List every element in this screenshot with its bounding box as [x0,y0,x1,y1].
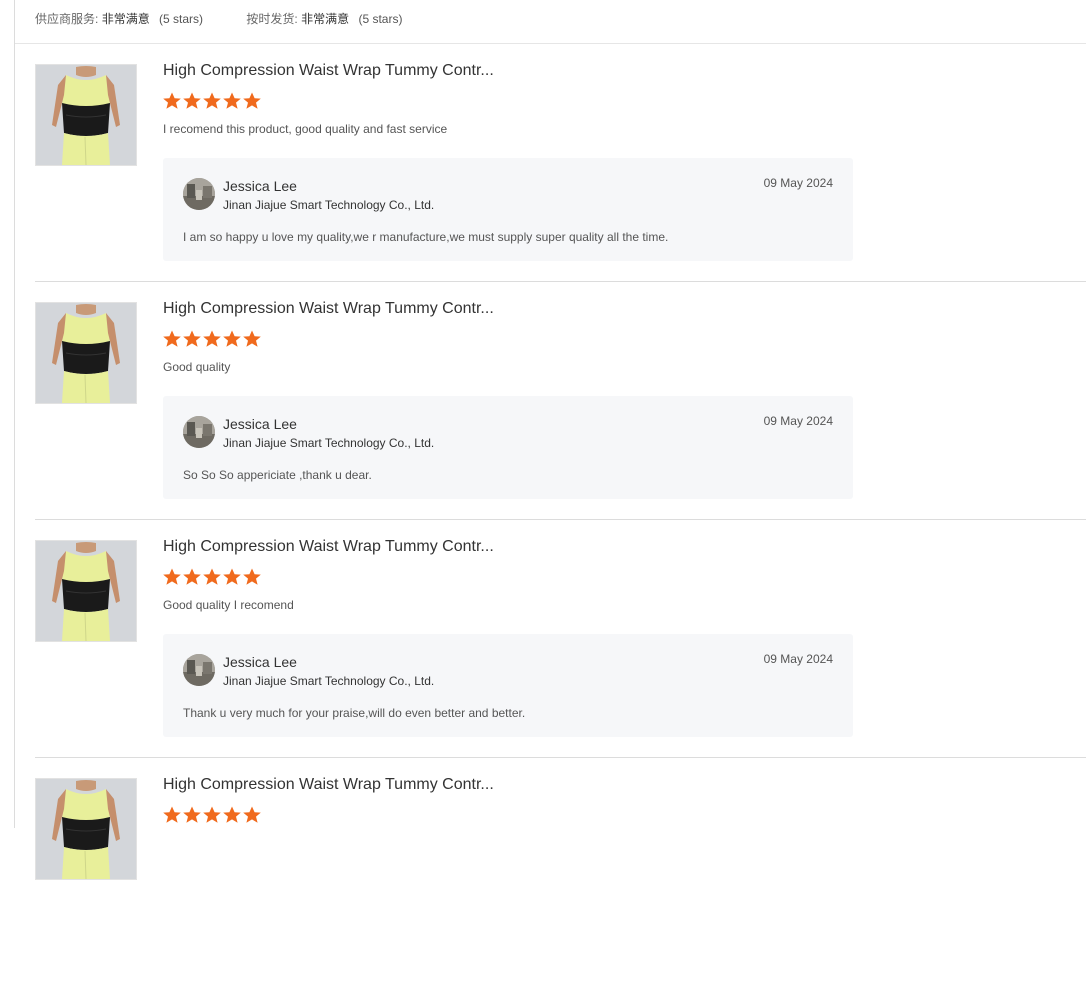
reply-date: 09 May 2024 [763,176,833,190]
on-time-stars: (5 stars) [358,12,403,26]
rating-summary: 供应商服务: 非常满意 (5 stars) 按时发货: 非常满意 (5 star… [35,10,402,27]
reply-date: 09 May 2024 [763,652,833,666]
star-icon [162,805,182,825]
reply-text: I am so happy u love my quality,we r man… [183,230,669,244]
seller-company: Jinan Jiajue Smart Technology Co., Ltd. [223,674,435,688]
star-icon [182,567,202,587]
star-icon [202,329,222,349]
on-time-label: 按时发货: [246,12,298,26]
product-thumbnail[interactable] [35,302,137,404]
star-icon [182,805,202,825]
seller-name: Jessica Lee [223,416,297,432]
review-comment: Good quality [163,360,231,374]
avatar [183,654,215,686]
review-comment: I recomend this product, good quality an… [163,122,448,136]
left-border [14,0,15,828]
seller-reply: Jessica Lee Jinan Jiajue Smart Technolog… [163,396,853,499]
star-icon [202,567,222,587]
star-icon [162,567,182,587]
product-title-link[interactable]: High Compression Waist Wrap Tummy Contr.… [163,62,494,80]
rating-stars [162,91,262,111]
review-item: High Compression Waist Wrap Tummy Contr.… [35,520,1086,758]
seller-name: Jessica Lee [223,178,297,194]
seller-reply: Jessica Lee Jinan Jiajue Smart Technolog… [163,158,853,261]
star-icon [222,329,242,349]
product-title-link[interactable]: High Compression Waist Wrap Tummy Contr.… [163,300,494,318]
reply-text: Thank u very much for your praise,will d… [183,706,526,720]
reply-text: So So So appericiate ,thank u dear. [183,468,372,482]
seller-name: Jessica Lee [223,654,297,670]
star-icon [162,91,182,111]
seller-reply: Jessica Lee Jinan Jiajue Smart Technolog… [163,634,853,737]
review-item: High Compression Waist Wrap Tummy Contr.… [35,758,1086,996]
star-icon [162,329,182,349]
product-thumbnail[interactable] [35,540,137,642]
star-icon [202,805,222,825]
star-icon [222,805,242,825]
product-title-link[interactable]: High Compression Waist Wrap Tummy Contr.… [163,538,494,556]
review-item: High Compression Waist Wrap Tummy Contr.… [35,44,1086,282]
product-thumbnail[interactable] [35,64,137,166]
star-icon [222,567,242,587]
product-title-link[interactable]: High Compression Waist Wrap Tummy Contr.… [163,776,494,794]
supplier-service-stars: (5 stars) [159,12,204,26]
product-thumbnail[interactable] [35,778,137,880]
star-icon [202,91,222,111]
avatar [183,178,215,210]
supplier-service-value: 非常满意 [101,12,150,26]
star-icon [222,91,242,111]
review-comment: Good quality I recomend [163,598,294,612]
seller-company: Jinan Jiajue Smart Technology Co., Ltd. [223,436,435,450]
review-item: High Compression Waist Wrap Tummy Contr.… [35,282,1086,520]
star-icon [242,805,262,825]
star-icon [242,329,262,349]
star-icon [242,91,262,111]
rating-stars [162,329,262,349]
rating-stars [162,805,262,825]
avatar [183,416,215,448]
star-icon [182,329,202,349]
reply-date: 09 May 2024 [763,414,833,428]
supplier-service-label: 供应商服务: [35,12,99,26]
star-icon [182,91,202,111]
seller-company: Jinan Jiajue Smart Technology Co., Ltd. [223,198,435,212]
on-time-value: 非常满意 [301,12,350,26]
rating-stars [162,567,262,587]
star-icon [242,567,262,587]
